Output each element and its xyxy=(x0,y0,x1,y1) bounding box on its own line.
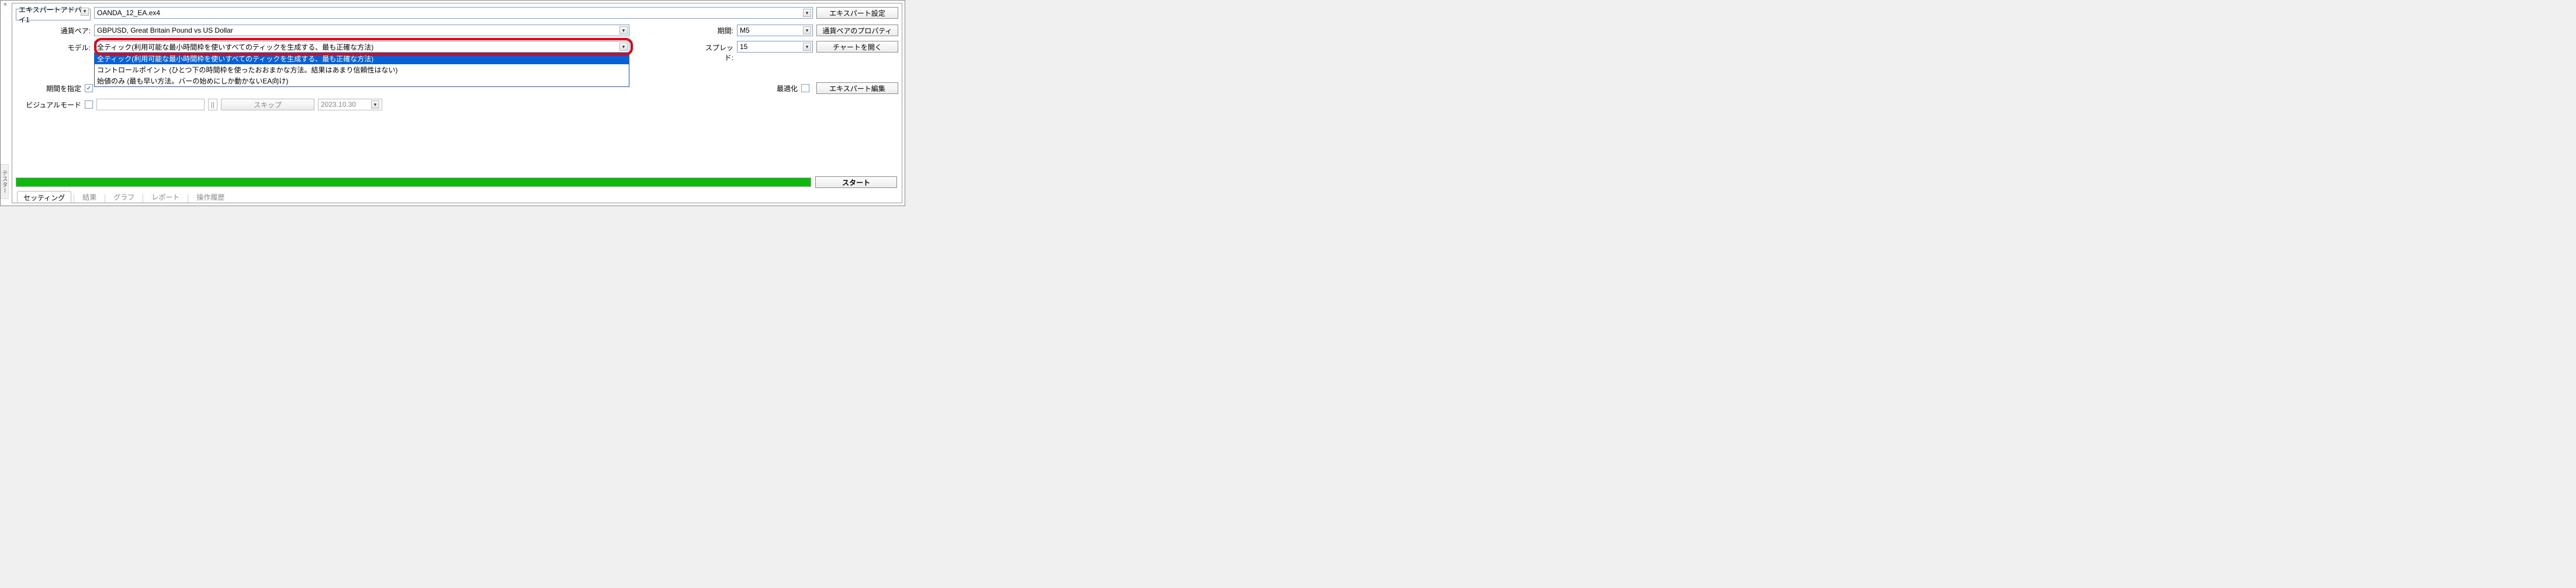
ea-category-label: エキスパートアドバイ1 xyxy=(19,5,88,25)
open-chart-button[interactable]: チャートを開く xyxy=(816,41,898,53)
tab-graph[interactable]: グラフ xyxy=(108,191,140,203)
row-model: モデル: 全ティック(利用可能な最小時間枠を使いすべてのティックを生成する、最も… xyxy=(16,41,898,62)
progress-bar xyxy=(16,178,811,187)
bottom-tabs: セッティング 結果 グラフ レポート 操作履歴 xyxy=(12,190,902,203)
visual-mode-checkbox[interactable] xyxy=(85,100,93,109)
model-select[interactable]: 全ティック(利用可能な最小時間枠を使いすべてのティックを生成する、最も正確な方法… xyxy=(94,41,629,53)
row-ea: エキスパートアドバイ1 ▾ OANDA_12_EA.ex4 ▾ エキスパート設定 xyxy=(16,6,898,20)
ea-category-select[interactable]: エキスパートアドバイ1 xyxy=(16,9,91,20)
main-panel: エキスパートアドバイ1 ▾ OANDA_12_EA.ex4 ▾ エキスパート設定… xyxy=(12,3,902,203)
side-tab-tester[interactable]: テスター xyxy=(1,164,9,199)
row-symbol: 通貨ペア: GBPUSD, Great Britain Pound vs US … xyxy=(16,23,898,37)
start-button[interactable]: スタート xyxy=(815,176,897,188)
model-selected-text: 全ティック(利用可能な最小時間枠を使いすべてのティックを生成する、最も正確な方法… xyxy=(97,42,373,52)
symbol-properties-button[interactable]: 通貨ペアのプロパティ xyxy=(816,25,898,36)
tester-window: × テスター エキスパートアドバイ1 ▾ OANDA_12_EA.ex4 ▾ エ… xyxy=(0,0,905,206)
tab-journal[interactable]: 操作履歴 xyxy=(191,191,230,203)
tab-results[interactable]: 結果 xyxy=(77,191,102,203)
skip-to-date-value: 2023.10.30 xyxy=(321,100,356,109)
period-range-label: 期間を指定 xyxy=(16,83,81,93)
form-area: エキスパートアドバイ1 ▾ OANDA_12_EA.ex4 ▾ エキスパート設定… xyxy=(12,4,902,97)
skip-to-date-field[interactable]: 2023.10.30 ▾ xyxy=(318,99,382,110)
row-visual-mode: ビジュアルモード || スキップ 2023.10.30 ▾ xyxy=(16,98,898,112)
model-option-2[interactable]: 始値のみ (最も早い方法。バーの始めにしか動かないEA向け) xyxy=(95,75,629,86)
symbol-label: 通貨ペア: xyxy=(16,26,91,36)
symbol-value: GBPUSD, Great Britain Pound vs US Dollar xyxy=(97,26,233,34)
period-label: 期間: xyxy=(709,26,733,36)
calendar-icon: ▾ xyxy=(371,100,379,109)
visual-speed-field[interactable] xyxy=(96,99,205,110)
spread-select[interactable]: 15 xyxy=(737,41,813,53)
expert-settings-button[interactable]: エキスパート設定 xyxy=(816,7,898,19)
spread-value: 15 xyxy=(740,43,747,51)
model-option-1[interactable]: コントロールポイント (ひとつ下の時間枠を使ったおおまかな方法。結果はあまり信頼… xyxy=(95,64,629,75)
spread-label: スプレッド: xyxy=(697,41,733,62)
tab-settings[interactable]: セッティング xyxy=(17,191,71,203)
period-value: M5 xyxy=(740,26,750,34)
model-dropdown-list: 全ティック(利用可能な最小時間枠を使いすべてのティックを生成する、最も正確な方法… xyxy=(94,53,629,87)
ea-file-select[interactable]: OANDA_12_EA.ex4 xyxy=(94,7,813,19)
ea-file-value: OANDA_12_EA.ex4 xyxy=(97,9,160,17)
skip-button[interactable]: スキップ xyxy=(221,99,314,110)
model-label: モデル: xyxy=(16,41,91,53)
model-closed-display: 全ティック(利用可能な最小時間枠を使いすべてのティックを生成する、最も正確な方法… xyxy=(94,41,629,53)
symbol-select[interactable]: GBPUSD, Great Britain Pound vs US Dollar xyxy=(94,25,629,36)
period-range-checkbox[interactable] xyxy=(85,84,93,92)
tab-report[interactable]: レポート xyxy=(146,191,185,203)
model-option-0[interactable]: 全ティック(利用可能な最小時間枠を使いすべてのティックを生成する、最も正確な方法… xyxy=(95,53,629,64)
visual-mode-label: ビジュアルモード xyxy=(16,100,81,110)
close-icon[interactable]: × xyxy=(2,2,9,9)
visual-pause-button[interactable]: || xyxy=(208,99,217,110)
expert-edit-button[interactable]: エキスパート編集 xyxy=(816,82,898,94)
chevron-down-icon: ▾ xyxy=(619,43,628,51)
optimize-checkbox[interactable] xyxy=(801,84,809,92)
start-button-label: スタート xyxy=(842,178,870,187)
optimize-label: 最適化 xyxy=(777,83,798,93)
period-select[interactable]: M5 xyxy=(737,25,813,36)
